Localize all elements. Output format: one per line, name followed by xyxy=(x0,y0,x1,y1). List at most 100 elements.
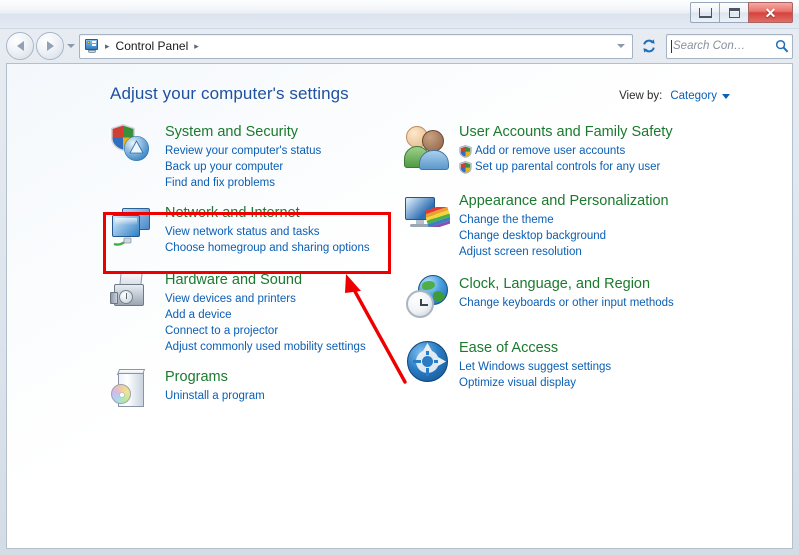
category-link[interactable]: View network status and tasks xyxy=(165,224,370,240)
category-link[interactable]: Uninstall a program xyxy=(165,388,265,404)
users-people-icon xyxy=(404,122,452,170)
category-link[interactable]: Review your computer's status xyxy=(165,143,321,159)
back-arrow-icon xyxy=(16,41,24,51)
link-text: Back up your computer xyxy=(165,161,284,173)
category-title[interactable]: Hardware and Sound xyxy=(165,271,366,289)
category-appearance-and-personalization[interactable]: Appearance and Personalization Change th… xyxy=(404,191,734,260)
view-by-control[interactable]: View by: Category xyxy=(619,90,730,102)
link-text: Optimize visual display xyxy=(459,377,576,389)
category-link[interactable]: Change keyboards or other input methods xyxy=(459,295,674,311)
ease-of-access-icon xyxy=(404,338,452,386)
link-text: Add a device xyxy=(165,309,232,321)
uac-shield-icon xyxy=(459,160,472,174)
network-monitors-icon xyxy=(110,203,158,251)
category-title[interactable]: System and Security xyxy=(165,123,321,141)
search-box[interactable]: Search Con… xyxy=(666,33,793,59)
chevron-down-icon xyxy=(67,44,75,48)
link-text: Choose homegroup and sharing options xyxy=(165,242,370,254)
link-text: Change the theme xyxy=(459,214,554,226)
category-link[interactable]: Connect to a projector xyxy=(165,323,366,339)
category-network-and-internet[interactable]: Network and Internet View network status… xyxy=(110,203,410,256)
link-text: Set up parental controls for any user xyxy=(475,161,661,173)
category-ease-of-access[interactable]: Ease of Access Let Windows suggest setti… xyxy=(404,338,734,391)
category-link[interactable]: Back up your computer xyxy=(165,159,321,175)
refresh-button[interactable] xyxy=(636,34,662,59)
breadcrumb-control-panel[interactable]: Control Panel xyxy=(113,39,192,53)
link-text: Add or remove user accounts xyxy=(475,145,626,157)
chevron-down-icon-viewby xyxy=(722,93,730,99)
address-dropdown-button[interactable] xyxy=(612,36,630,57)
programs-box-cd-icon xyxy=(110,367,158,415)
link-text: Adjust commonly used mobility settings xyxy=(165,341,366,353)
category-link[interactable]: Change desktop background xyxy=(459,228,669,244)
category-link[interactable]: Let Windows suggest settings xyxy=(459,359,611,375)
category-body: Ease of Access Let Windows suggest setti… xyxy=(459,338,611,391)
recent-pages-button[interactable] xyxy=(64,33,78,59)
link-text: Change desktop background xyxy=(459,230,607,242)
minimize-button[interactable] xyxy=(690,2,719,23)
category-link[interactable]: Adjust commonly used mobility settings xyxy=(165,339,366,355)
page-title: Adjust your computer's settings xyxy=(110,84,349,103)
category-body: Clock, Language, and Region Change keybo… xyxy=(459,274,674,322)
close-icon: ✕ xyxy=(764,4,777,21)
category-body: Hardware and Sound View devices and prin… xyxy=(165,270,366,355)
link-text: Connect to a projector xyxy=(165,325,279,337)
security-shield-icon xyxy=(110,122,158,170)
link-text: Uninstall a program xyxy=(165,390,265,402)
address-bar[interactable]: ▸ Control Panel ▸ xyxy=(79,33,633,59)
category-link[interactable]: Find and fix problems xyxy=(165,175,321,191)
forward-arrow-icon xyxy=(46,41,54,51)
back-button[interactable] xyxy=(6,32,34,60)
view-by-label: View by: xyxy=(619,90,663,102)
category-link[interactable]: Add a device xyxy=(165,307,366,323)
category-body: System and Security Review your computer… xyxy=(165,122,321,191)
window-controls: ✕ xyxy=(690,2,793,23)
category-title[interactable]: Ease of Access xyxy=(459,339,611,357)
category-title[interactable]: User Accounts and Family Safety xyxy=(459,123,673,141)
category-link[interactable]: Set up parental controls for any user xyxy=(459,159,673,175)
monitor-color-fan-icon xyxy=(404,191,452,239)
link-text: Adjust screen resolution xyxy=(459,246,582,258)
category-body: Network and Internet View network status… xyxy=(165,203,370,256)
category-clock-language-and-region[interactable]: Clock, Language, and Region Change keybo… xyxy=(404,274,734,322)
category-link[interactable]: Adjust screen resolution xyxy=(459,244,669,260)
refresh-icon xyxy=(643,39,655,53)
category-link[interactable]: Change the theme xyxy=(459,212,669,228)
link-text: View network status and tasks xyxy=(165,226,320,238)
control-panel-window: ✕ ▸ Control Panel ▸ Search Con… Adjust y… xyxy=(0,0,799,555)
category-body: Appearance and Personalization Change th… xyxy=(459,191,669,260)
link-text: View devices and printers xyxy=(165,293,296,305)
category-link[interactable]: Add or remove user accounts xyxy=(459,143,673,159)
maximize-button[interactable] xyxy=(719,2,748,23)
category-title[interactable]: Network and Internet xyxy=(165,204,370,222)
category-link[interactable]: View devices and printers xyxy=(165,291,366,307)
link-text: Find and fix problems xyxy=(165,177,275,189)
text-caret xyxy=(671,39,672,53)
navigation-bar: ▸ Control Panel ▸ Search Con… xyxy=(0,29,799,63)
category-title[interactable]: Clock, Language, and Region xyxy=(459,275,674,293)
title-bar: ✕ xyxy=(0,0,799,29)
printer-speaker-icon xyxy=(110,270,158,318)
chevron-down-icon-address xyxy=(617,44,625,48)
link-text: Let Windows suggest settings xyxy=(459,361,612,373)
breadcrumb-separator-icon: ▸ xyxy=(105,40,110,51)
category-system-and-security[interactable]: System and Security Review your computer… xyxy=(110,122,410,191)
category-programs[interactable]: Programs Uninstall a program xyxy=(110,367,410,415)
control-panel-icon xyxy=(84,38,100,54)
title-bar-glass xyxy=(0,0,799,14)
search-input[interactable]: Search Con… xyxy=(673,40,775,52)
category-title[interactable]: Programs xyxy=(165,368,265,386)
breadcrumb-separator-icon-2[interactable]: ▸ xyxy=(191,41,202,52)
category-title[interactable]: Appearance and Personalization xyxy=(459,192,669,210)
category-link[interactable]: Choose homegroup and sharing options xyxy=(165,240,370,256)
forward-button[interactable] xyxy=(36,32,64,60)
left-column: System and Security Review your computer… xyxy=(110,122,410,425)
view-by-value[interactable]: Category xyxy=(670,90,717,102)
category-user-accounts-and-family-safety[interactable]: User Accounts and Family Safety Add or r… xyxy=(404,122,734,175)
close-button[interactable]: ✕ xyxy=(748,2,793,23)
category-hardware-and-sound[interactable]: Hardware and Sound View devices and prin… xyxy=(110,270,410,355)
right-column: User Accounts and Family Safety Add or r… xyxy=(404,122,734,401)
link-text: Review your computer's status xyxy=(165,145,322,157)
content-area: Adjust your computer's settings View by:… xyxy=(6,63,793,549)
category-link[interactable]: Optimize visual display xyxy=(459,375,611,391)
